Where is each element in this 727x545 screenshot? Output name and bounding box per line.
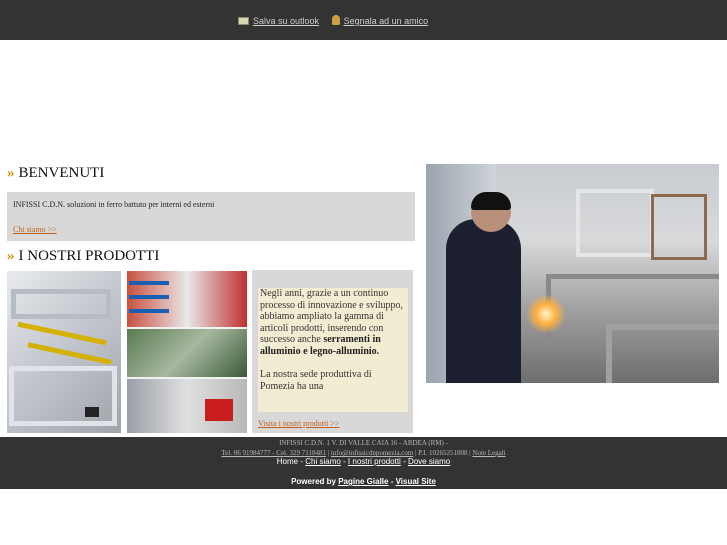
footer-legal-link[interactable]: Note Legali — [472, 449, 505, 457]
mail-icon — [238, 17, 249, 25]
footer-email-link[interactable]: info@infissicdnpomezia.com — [331, 449, 413, 457]
products-paragraph-2: La nostra sede produttiva di Pomezia ha … — [260, 369, 372, 392]
top-bar: Salva su outlook Segnala ad un amico — [0, 0, 727, 40]
double-chevron-icon: » — [7, 165, 15, 181]
footer: INFISSI C.D.N. 1 V. DI VALLE CAIA 16 - A… — [0, 437, 727, 489]
powered-by-label: Powered by — [291, 477, 336, 486]
welcome-box: INFISSI C.D.N. soluzioni in ferro battut… — [7, 192, 415, 241]
products-description: Negli anni, grazie a un continuo process… — [258, 288, 408, 412]
footer-nav-prodotti[interactable]: I nostri prodotti — [348, 457, 401, 466]
welcome-title: BENVENUTI — [18, 165, 105, 181]
about-us-link[interactable]: Chi siamo >> — [13, 225, 57, 234]
footer-nav: Home - Chi siamo - I nostri prodotti - D… — [276, 457, 451, 466]
save-outlook-link[interactable]: Salva su outlook — [253, 16, 319, 26]
footer-nav-dove-siamo[interactable]: Dove siamo — [408, 457, 450, 466]
signal-friend-link[interactable]: Segnala ad un amico — [344, 16, 429, 26]
footer-piva: P.I. 10265251008 — [418, 449, 468, 457]
welcome-heading: » BENVENUTI — [7, 165, 104, 182]
pagine-gialle-link[interactable]: Pagine Gialle — [338, 477, 388, 486]
user-icon — [331, 15, 340, 25]
footer-nav-home[interactable]: Home — [277, 457, 298, 466]
double-chevron-icon: » — [7, 248, 15, 264]
footer-tel-link[interactable]: Tel. 06 91984777 - Cel. 329 7118481 — [221, 449, 326, 457]
footer-address: INFISSI C.D.N. 1 V. DI VALLE CAIA 16 - A… — [279, 439, 448, 447]
product-image-frames[interactable] — [7, 271, 121, 433]
welcome-text: INFISSI C.D.N. soluzioni in ferro battut… — [13, 200, 215, 209]
products-promo-box: Negli anni, grazie a un continuo process… — [252, 270, 413, 433]
welder-photo — [426, 164, 719, 383]
footer-contacts: Tel. 06 91984777 - Cel. 329 7118481 | in… — [221, 449, 506, 457]
products-title: I NOSTRI PRODOTTI — [18, 248, 160, 264]
footer-nav-chi-siamo[interactable]: Chi siamo — [305, 457, 341, 466]
products-heading: » I NOSTRI PRODOTTI — [7, 248, 159, 265]
product-image-warehouse[interactable] — [127, 271, 247, 433]
top-links: Salva su outlook Segnala ad un amico — [238, 15, 428, 26]
footer-powered: Powered by Pagine Gialle - Visual Site — [291, 477, 436, 486]
visit-products-link[interactable]: Visita i nostri prodotti >> — [258, 419, 339, 428]
visual-site-link[interactable]: Visual Site — [396, 477, 436, 486]
